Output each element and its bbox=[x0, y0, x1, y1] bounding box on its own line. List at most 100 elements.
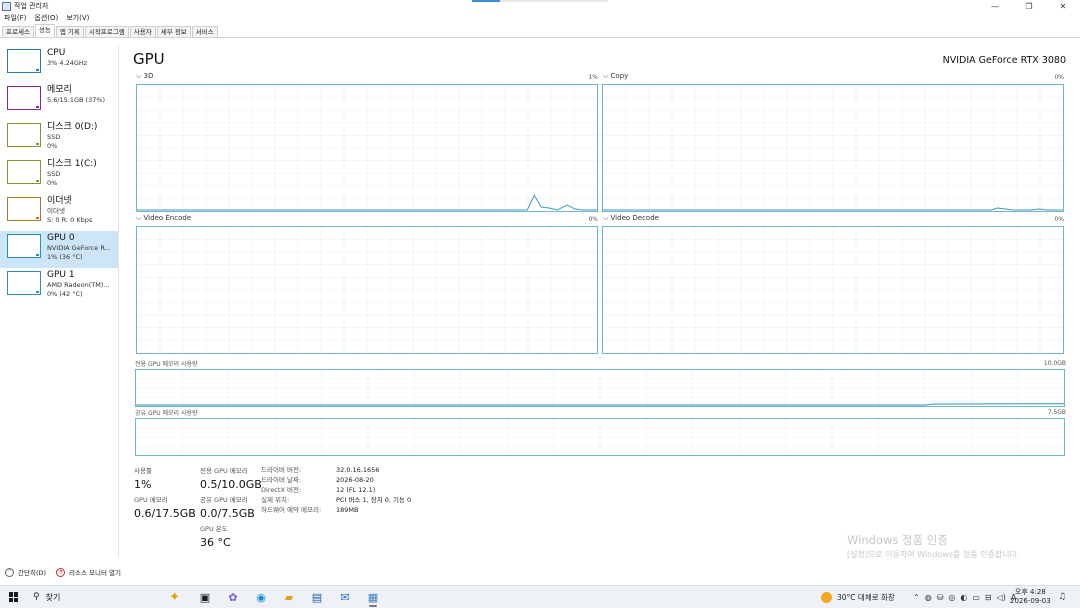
sidebar-thumbnail-graph bbox=[7, 234, 41, 258]
detail-value: 2026-08-20 bbox=[336, 476, 374, 484]
sidebar-item-메모리[interactable]: 메모리 5.6/15.1GB (37%) bbox=[0, 83, 118, 120]
stat-shared-memory: 공유 GPU 메모리 0.0/7.5GB bbox=[200, 494, 255, 520]
footer-bar: ⌃ 간단히(D) ◔ 리소스 모니터 열기 bbox=[0, 565, 1080, 579]
stat-usage-label: 사용률 bbox=[134, 467, 152, 475]
open-resource-monitor-link[interactable]: ◔ 리소스 모니터 열기 bbox=[56, 567, 121, 577]
task-view-icon[interactable]: ▣ bbox=[191, 587, 219, 608]
sidebar-item-text: 디스크 0(D:) SSD 0% bbox=[47, 122, 97, 157]
sidebar-item-디스크-1-c-[interactable]: 디스크 1(C:) SSD 0% bbox=[0, 157, 118, 194]
sidebar-item-gpu-0[interactable]: GPU 0 NVIDIA GeForce R... 1% (36 °C) bbox=[0, 231, 118, 268]
engine-3d-label[interactable]: ⌵ 3D bbox=[136, 72, 153, 81]
activation-watermark-subtitle: [설정]으로 이동하여 Windows를 정품 인증합니다. bbox=[847, 550, 1020, 559]
detail-value: PCI 버스 1, 장치 0, 기능 0 bbox=[336, 496, 412, 504]
tray-display-icon[interactable]: ▭ bbox=[972, 593, 980, 602]
shared-memory-max: 7.5GB bbox=[1047, 409, 1066, 416]
chevron-down-icon: ⌵ bbox=[603, 72, 609, 80]
fewer-details-button[interactable]: ⌃ 간단히(D) bbox=[5, 567, 46, 577]
gpu-model-name: NVIDIA GeForce RTX 3080 bbox=[942, 55, 1066, 66]
detail-row: 드라이버 날짜: 2026-08-20 bbox=[261, 475, 411, 485]
tray-volume-icon[interactable]: ◁) bbox=[997, 593, 1006, 602]
file-explorer-icon[interactable]: ▰ bbox=[275, 587, 303, 608]
sidebar-item-cpu[interactable]: CPU 3% 4.24GHz bbox=[0, 46, 118, 83]
menu-view[interactable]: 보기(V) bbox=[62, 13, 93, 23]
open-resource-monitor-label: 리소스 모니터 열기 bbox=[69, 569, 122, 577]
detail-value: 12 (FL 12.1) bbox=[336, 486, 376, 494]
engine-video-decode-graph bbox=[602, 226, 1064, 354]
menu-file[interactable]: 파일(F) bbox=[0, 13, 30, 23]
tray-network-icon[interactable]: ⊟ bbox=[985, 593, 992, 602]
tray-app-icon[interactable]: ◐ bbox=[960, 593, 967, 602]
sidebar-item-detail: 3% 4.24GHz bbox=[47, 59, 88, 67]
taskbar-clock[interactable]: 오후 4:28 2026-09-03 bbox=[1010, 588, 1051, 606]
title-bar-accent-track bbox=[500, 0, 608, 2]
sidebar-item-name: GPU 0 bbox=[47, 233, 75, 243]
tab-users[interactable]: 사용자 bbox=[129, 26, 156, 37]
activation-watermark-title: Windows 정품 인증 bbox=[847, 533, 948, 547]
detail-key: 실제 위치: bbox=[261, 496, 290, 504]
tab-services[interactable]: 서비스 bbox=[191, 26, 218, 37]
engine-3d-label-text: 3D bbox=[143, 72, 154, 80]
sidebar-item-detail: 이더넷 bbox=[47, 207, 65, 215]
shared-memory-graph bbox=[135, 418, 1065, 456]
search-highlight-icon: ✦ bbox=[169, 589, 180, 605]
sidebar-item-name: CPU bbox=[47, 48, 66, 58]
engine-video-encode-label[interactable]: ⌵ Video Encode bbox=[136, 214, 191, 223]
stat-dedicated-memory: 전용 GPU 메모리 0.5/10.0GB bbox=[200, 465, 262, 491]
tab-performance[interactable]: 성능 bbox=[34, 24, 55, 37]
task-manager-taskbar-icon[interactable]: ▦ bbox=[359, 587, 387, 608]
sidebar-item-text: 디스크 1(C:) SSD 0% bbox=[47, 159, 97, 194]
sidebar-thumbnail-line bbox=[36, 143, 39, 145]
clock-date: 2026-09-03 bbox=[1010, 597, 1051, 605]
taskbar-search[interactable]: ⚲ 찾기 ✦ bbox=[31, 589, 183, 606]
engine-copy-graph bbox=[602, 84, 1064, 212]
menu-options[interactable]: 옵션(O) bbox=[30, 13, 62, 23]
weather-text: 30°C 대체로 화창 bbox=[837, 592, 895, 602]
sun-icon bbox=[821, 591, 832, 603]
edge-browser-icon[interactable]: ◉ bbox=[247, 587, 275, 608]
activation-watermark: Windows 정품 인증 [설정]으로 이동하여 Windows를 정품 인증… bbox=[847, 532, 1019, 560]
shared-memory-label: 공유 GPU 메모리 사용량 bbox=[135, 410, 198, 417]
detail-key: 하드웨어 예약 메모리: bbox=[261, 506, 322, 514]
engine-video-encode-grid bbox=[137, 227, 597, 353]
stat-shared-memory-label: 공유 GPU 메모리 bbox=[200, 496, 248, 504]
tab-details[interactable]: 세부 정보 bbox=[156, 26, 191, 37]
stat-gpu-temperature-value: 36 °C bbox=[200, 536, 231, 549]
sidebar-item-name: 디스크 0(D:) bbox=[47, 122, 98, 132]
detail-key: DirectX 버전: bbox=[261, 486, 302, 494]
engine-copy-label[interactable]: ⌵ Copy bbox=[603, 72, 628, 81]
sidebar-thumbnail-line bbox=[36, 217, 39, 219]
engine-copy-grid bbox=[603, 85, 1063, 211]
sidebar-item-detail: SSD bbox=[47, 170, 61, 178]
sidebar-item-gpu-1[interactable]: GPU 1 AMD Radeon(TM)... 0% (42 °C) bbox=[0, 268, 118, 305]
mail-icon[interactable]: ✉ bbox=[331, 587, 359, 608]
weather-widget[interactable]: 30°C 대체로 화창 bbox=[821, 591, 895, 603]
start-button[interactable] bbox=[9, 592, 19, 602]
tray-network-app-icon[interactable]: ⛁ bbox=[937, 593, 944, 602]
stat-gpu-temperature: GPU 온도 36 °C bbox=[200, 523, 231, 549]
sidebar-item-디스크-0-d-[interactable]: 디스크 0(D:) SSD 0% bbox=[0, 120, 118, 157]
tray-app-icon[interactable]: ◍ bbox=[925, 593, 932, 602]
stat-usage: 사용률 1% bbox=[134, 465, 152, 491]
minimize-button[interactable]: — bbox=[978, 0, 1012, 12]
tab-app-history[interactable]: 앱 기록 bbox=[55, 26, 84, 37]
engine-video-encode-label-text: Video Encode bbox=[143, 214, 192, 222]
sidebar-item-detail: 0% bbox=[47, 178, 58, 187]
sidebar-item-text: CPU 3% 4.24GHz bbox=[47, 48, 87, 83]
engine-video-decode-label[interactable]: ⌵ Video Decode bbox=[603, 214, 659, 223]
tab-processes[interactable]: 프로세스 bbox=[2, 26, 34, 37]
page-title: GPU bbox=[133, 50, 165, 68]
sidebar-item-이더넷[interactable]: 이더넷 이더넷 S: 0 R: 0 Kbps bbox=[0, 194, 118, 231]
tray-globe-icon[interactable]: ◎ bbox=[948, 593, 955, 602]
menu-bar: 파일(F) 옵션(O) 보기(V) bbox=[0, 12, 93, 24]
close-button[interactable]: ✕ bbox=[1046, 0, 1080, 12]
tray-overflow-icon[interactable]: ⌃ bbox=[913, 593, 920, 602]
detail-key: 드라이버 버전: bbox=[261, 466, 302, 474]
notification-bell-icon[interactable]: ♫ bbox=[1058, 592, 1066, 602]
copilot-icon[interactable]: ✿ bbox=[219, 587, 247, 608]
store-icon[interactable]: ▤ bbox=[303, 587, 331, 608]
sidebar-thumbnail-line bbox=[36, 106, 39, 108]
maximize-button[interactable]: ❐ bbox=[1012, 0, 1046, 12]
sidebar-item-name: 이더넷 bbox=[47, 196, 72, 206]
resource-monitor-icon: ◔ bbox=[56, 567, 66, 577]
tab-startup[interactable]: 시작프로그램 bbox=[84, 26, 129, 37]
